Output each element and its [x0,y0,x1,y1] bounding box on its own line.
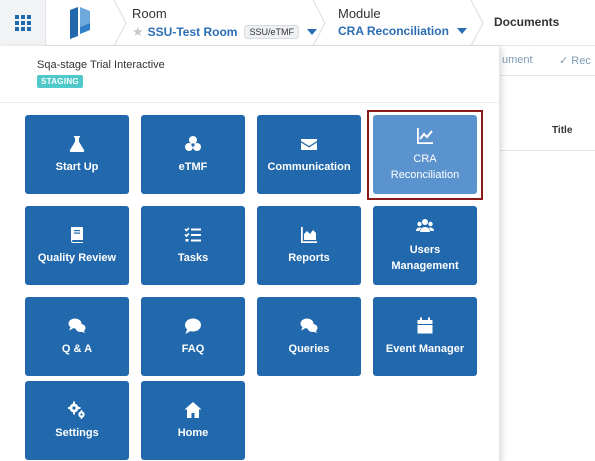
selection-highlight [367,110,483,200]
room-name: SSU-Test Room [147,25,238,39]
tile-settings[interactable]: Settings [25,381,129,460]
chevron-down-icon[interactable] [456,28,467,34]
trial-interactive-logo[interactable] [64,6,96,40]
book-icon [71,226,83,243]
breadcrumb-separator [312,0,326,46]
tile-communication[interactable]: Communication [257,115,361,194]
environment-badge: STAGING [37,75,83,88]
module-value[interactable]: CRA Reconciliation [338,24,467,38]
table-divider [500,150,595,151]
tile-home[interactable]: Home [141,381,245,460]
app-launcher-button[interactable] [0,0,46,46]
tile-label: Start Up [55,160,99,173]
tab-documents[interactable]: ument [502,54,533,66]
tile-label: Reports [288,251,330,264]
tab-reconciliation[interactable]: ✓ Rec [559,54,591,67]
panel-divider [0,102,500,103]
cogs-icon [68,401,85,419]
tile-q-and-a[interactable]: Q & A [25,297,129,376]
flask-icon [69,135,85,152]
tile-label: Settings [55,426,99,439]
envelope-icon [301,138,317,150]
module-name: CRA Reconciliation [338,24,449,38]
tile-queries[interactable]: Queries [257,297,361,376]
tile-faq[interactable]: FAQ [141,297,245,376]
tile-label: Event Manager [385,342,465,355]
room-label: Room [132,6,167,21]
module-label: Module [338,6,381,21]
tile-label: Q & A [61,342,93,355]
top-bar: Room ★ SSU-Test Room SSU/eTMF Module CRA… [0,0,595,46]
tasks-icon [184,226,201,241]
tile-quality-review[interactable]: Quality Review [25,206,129,285]
tile-label: Communication [267,160,351,173]
tile-start-up[interactable]: Start Up [25,115,129,194]
organization-name: Sqa-stage Trial Interactive [37,59,165,71]
comments-icon [300,318,318,333]
breadcrumb-separator [470,0,484,46]
comments-icon [68,318,86,333]
calendar-icon [417,317,433,333]
breadcrumb-separator [113,0,127,46]
biohazard-icon [185,135,201,151]
area-chart-icon [301,226,317,243]
room-selector[interactable]: Room ★ SSU-Test Room SSU/eTMF [132,0,317,46]
star-icon[interactable]: ★ [132,24,144,40]
column-header-title[interactable]: Title [552,125,572,136]
home-icon [184,401,202,418]
breadcrumb-documents[interactable]: Documents [494,15,559,29]
tile-label: Home [177,426,209,439]
comment-icon [185,318,201,334]
tile-label: eTMF [178,160,208,173]
tile-event-manager[interactable]: Event Manager [373,297,477,376]
tile-tasks[interactable]: Tasks [141,206,245,285]
tile-label: Tasks [177,251,209,264]
tile-label: Users Management [391,243,459,272]
tile-etmf[interactable]: eTMF [141,115,245,194]
tile-users-management[interactable]: Users Management [373,206,477,285]
room-value[interactable]: ★ SSU-Test Room SSU/eTMF [132,24,317,40]
tile-reports[interactable]: Reports [257,206,361,285]
tile-label: FAQ [181,342,205,355]
users-icon [416,218,434,232]
room-tag: SSU/eTMF [244,25,299,39]
grid-icon [14,15,31,31]
app-root: Room ★ SSU-Test Room SSU/eTMF Module CRA… [0,0,595,461]
tile-label: Quality Review [37,251,117,264]
module-selector[interactable]: Module CRA Reconciliation [338,0,478,46]
tile-label: Queries [288,342,330,355]
